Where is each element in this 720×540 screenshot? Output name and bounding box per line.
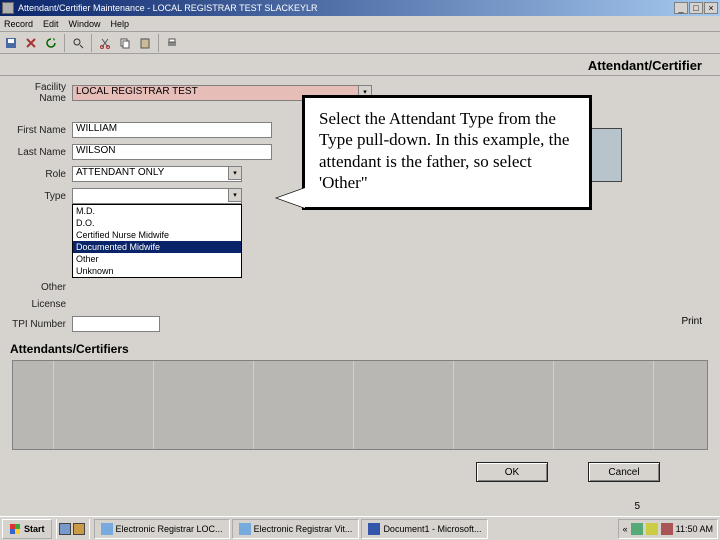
toolbar-copy-icon[interactable]: [116, 34, 134, 52]
callout-text: Select the Attendant Type from the Type …: [319, 109, 569, 192]
toolbar-cut-icon[interactable]: [96, 34, 114, 52]
tray-icon[interactable]: [661, 523, 673, 535]
first-name-label: First Name: [12, 125, 72, 136]
tray-icon[interactable]: [631, 523, 643, 535]
maximize-button[interactable]: □: [689, 2, 703, 14]
tpi-field[interactable]: [72, 316, 160, 332]
type-option-md[interactable]: M.D.: [73, 205, 241, 217]
task-item[interactable]: Electronic Registrar Vit...: [232, 519, 360, 539]
start-button[interactable]: Start: [2, 519, 52, 539]
word-icon: [368, 523, 380, 535]
role-field[interactable]: ATTENDANT ONLY: [72, 166, 242, 182]
slide-number: 5: [634, 501, 640, 512]
grid-section-title: Attendants/Certifiers: [0, 338, 720, 358]
print-label: Print: [681, 316, 702, 327]
close-button[interactable]: ×: [704, 2, 718, 14]
type-listbox[interactable]: M.D. D.O. Certified Nurse Midwife Docume…: [72, 204, 242, 278]
window-title: Attendant/Certifier Maintenance - LOCAL …: [18, 3, 317, 13]
title-bar: Attendant/Certifier Maintenance - LOCAL …: [0, 0, 720, 16]
start-label: Start: [24, 524, 45, 534]
toolbar-delete-icon[interactable]: [22, 34, 40, 52]
app-icon: [239, 523, 251, 535]
toolbar-search-icon[interactable]: [69, 34, 87, 52]
tray-icon[interactable]: [646, 523, 658, 535]
type-field[interactable]: [72, 188, 242, 204]
type-option-unknown[interactable]: Unknown: [73, 265, 241, 277]
menu-window[interactable]: Window: [69, 19, 101, 29]
first-name-field[interactable]: WILLIAM: [72, 122, 272, 138]
cancel-button[interactable]: Cancel: [588, 462, 660, 482]
role-dropdown-icon[interactable]: ▾: [228, 166, 242, 180]
windows-icon: [9, 523, 21, 535]
menu-edit[interactable]: Edit: [43, 19, 59, 29]
attendants-grid[interactable]: [12, 360, 708, 450]
task-item[interactable]: Document1 - Microsoft...: [361, 519, 488, 539]
instruction-callout: Select the Attendant Type from the Type …: [302, 95, 592, 210]
menu-record[interactable]: Record: [4, 19, 33, 29]
toolbar-print-icon[interactable]: [163, 34, 181, 52]
clipart-icon: [588, 128, 622, 182]
type-dropdown-icon[interactable]: ▾: [228, 188, 242, 202]
type-option-do[interactable]: D.O.: [73, 217, 241, 229]
app-icon: [2, 2, 14, 14]
menu-help[interactable]: Help: [111, 19, 130, 29]
system-tray: « 11:50 AM: [618, 519, 718, 539]
role-label: Role: [12, 169, 72, 180]
type-option-cnm[interactable]: Certified Nurse Midwife: [73, 229, 241, 241]
license-label: License: [12, 299, 72, 310]
type-option-other[interactable]: Other: [73, 253, 241, 265]
task-label: Document1 - Microsoft...: [383, 524, 481, 534]
other-label: Other: [12, 282, 72, 293]
tpi-label: TPI Number: [12, 319, 72, 330]
type-option-docmw[interactable]: Documented Midwife: [73, 241, 241, 253]
page-title: Attendant/Certifier: [0, 54, 720, 76]
quick-launch-icon[interactable]: [59, 523, 71, 535]
toolbar: [0, 32, 720, 54]
last-name-field[interactable]: WILSON: [72, 144, 272, 160]
form-button-row: OK Cancel: [0, 450, 720, 482]
toolbar-save-icon[interactable]: [2, 34, 20, 52]
toolbar-refresh-icon[interactable]: [42, 34, 60, 52]
app-icon: [101, 523, 113, 535]
tray-arrow-icon[interactable]: «: [623, 524, 628, 534]
menu-bar: Record Edit Window Help: [0, 16, 720, 32]
task-item[interactable]: Electronic Registrar LOC...: [94, 519, 230, 539]
ok-button[interactable]: OK: [476, 462, 548, 482]
task-label: Electronic Registrar Vit...: [254, 524, 353, 534]
taskbar: Start Electronic Registrar LOC... Electr…: [0, 516, 720, 540]
task-label: Electronic Registrar LOC...: [116, 524, 223, 534]
last-name-label: Last Name: [12, 147, 72, 158]
minimize-button[interactable]: _: [674, 2, 688, 14]
type-label: Type: [12, 191, 72, 202]
clock[interactable]: 11:50 AM: [676, 524, 713, 534]
quick-launch-icon[interactable]: [73, 523, 85, 535]
toolbar-paste-icon[interactable]: [136, 34, 154, 52]
facility-label: Facility Name: [12, 82, 72, 104]
